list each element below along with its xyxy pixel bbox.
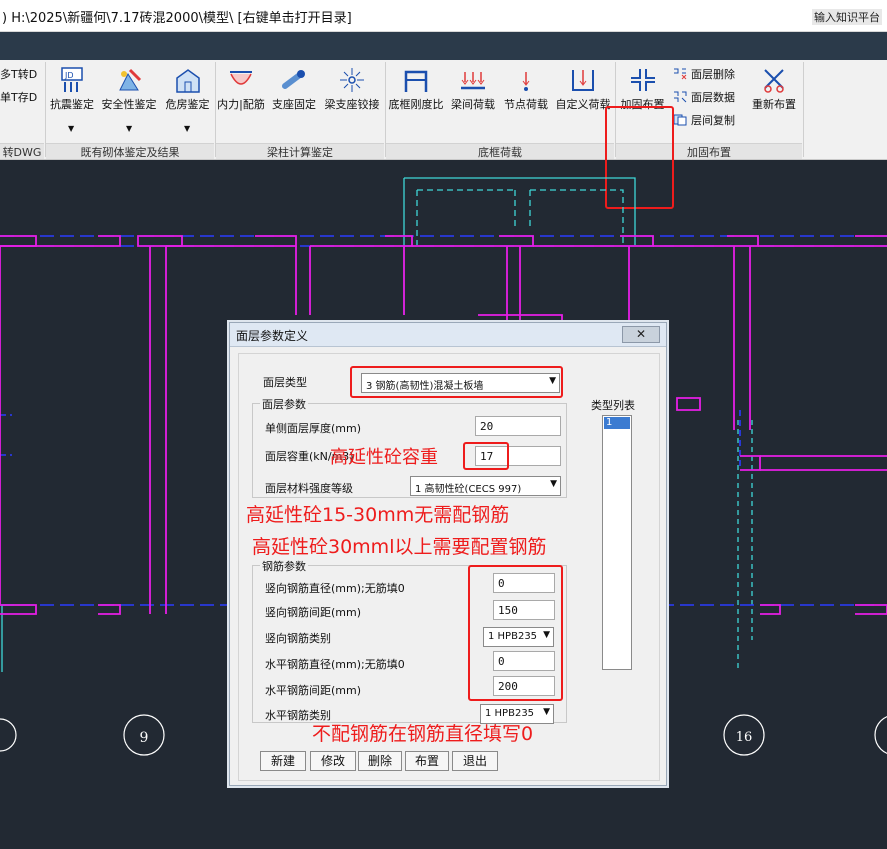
h-dia-label: 水平钢筋直径(mm);无筋填0: [265, 658, 405, 671]
axis-label-9: 9: [140, 730, 149, 746]
layer-copy-button[interactable]: 层间复制: [673, 112, 735, 128]
group-frame-load: 底框荷载: [386, 143, 614, 159]
thickness-label: 单侧面层厚度(mm): [265, 422, 362, 435]
span-load-icon: [461, 72, 485, 90]
h-spacing-label: 水平钢筋间距(mm): [265, 684, 362, 697]
type-list[interactable]: 1: [602, 415, 632, 670]
node-load-button[interactable]: 节点荷载: [500, 66, 552, 112]
support-fixed-button[interactable]: 支座固定: [268, 66, 320, 112]
danger-label: 危房鉴定: [165, 98, 210, 111]
seismic-label: 抗震鉴定: [50, 98, 94, 111]
v-type-label: 竖向钢筋类别: [265, 632, 331, 645]
layout-button[interactable]: 布置: [405, 751, 449, 771]
span-load-button[interactable]: 梁间荷载: [447, 66, 499, 112]
layer-type-label: 面层类型: [263, 376, 307, 389]
single-t-save-dwg-button[interactable]: 单T存D: [0, 89, 37, 105]
exit-button[interactable]: 退出: [452, 751, 498, 771]
frame-stiffness-button[interactable]: 底框刚度比: [386, 66, 446, 112]
re-layout-icon: [764, 69, 784, 93]
type-list-title: 类型列表: [591, 399, 635, 412]
danger-appraisal-button[interactable]: 危房鉴定: [161, 66, 214, 112]
group-dwg: 转DWG: [0, 143, 44, 159]
layer-data-button[interactable]: 面层数据: [673, 89, 735, 105]
re-layout-button[interactable]: 重新布置: [745, 66, 803, 112]
svg-text:JD: JD: [64, 71, 74, 80]
node-load-icon: [522, 72, 530, 91]
chevron-down-icon: ▼: [543, 707, 550, 717]
support-hinge-button[interactable]: 梁支座铰接: [320, 66, 384, 112]
v-spacing-label: 竖向钢筋间距(mm): [265, 606, 362, 619]
density-annotation: 高延性砼容重: [330, 447, 438, 468]
title-bar: ) H:\2025\新疆何\7.17砖混2000\模型\ [右键单击打开目录] …: [0, 0, 887, 32]
density-highlight-box: [463, 442, 509, 470]
danger-dropdown-icon[interactable]: ▼: [184, 124, 190, 133]
support-fixed-icon: [282, 70, 305, 89]
close-icon[interactable]: ✕: [622, 326, 660, 343]
new-button[interactable]: 新建: [260, 751, 306, 771]
safety-icon: [119, 68, 142, 91]
node-load-label: 节点荷载: [504, 98, 548, 111]
support-hinge-label: 梁支座铰接: [324, 98, 380, 111]
delete-button[interactable]: 删除: [358, 751, 402, 771]
layer-copy-icon: [673, 114, 687, 126]
layer-params-title: 面层参数: [260, 396, 308, 412]
seismic-appraisal-button[interactable]: JD 抗震鉴定: [46, 66, 98, 112]
layer-delete-label: 面层删除: [691, 68, 735, 81]
dialog-title-bar[interactable]: 面层参数定义 ✕: [230, 323, 666, 347]
custom-load-icon: [572, 70, 594, 91]
internal-force-label: 内力|配筋: [217, 98, 265, 111]
window-path: ) H:\2025\新疆何\7.17砖混2000\模型\ [右键单击打开目录]: [2, 11, 352, 26]
internal-force-button[interactable]: 内力|配筋: [215, 66, 267, 112]
zero-rebar-annotation: 不配钢筋在钢筋直径填写0: [312, 723, 534, 745]
frame-stiffness-label: 底框刚度比: [388, 98, 444, 111]
seismic-icon: JD: [61, 67, 83, 92]
seismic-dropdown-icon[interactable]: ▼: [68, 124, 74, 133]
safety-appraisal-button[interactable]: 安全性鉴定: [98, 66, 160, 112]
reinforce-icon: [630, 69, 655, 91]
safety-dropdown-icon[interactable]: ▼: [126, 124, 132, 133]
layer-delete-icon: [674, 68, 687, 80]
dialog-title: 面层参数定义: [236, 329, 309, 343]
frame-stiffness-icon: [404, 70, 428, 92]
multi-t-to-dwg-button[interactable]: 多T转D: [0, 66, 37, 82]
custom-load-button[interactable]: 自定义荷载: [552, 66, 614, 112]
group-beam-column: 梁柱计算鉴定: [216, 143, 384, 159]
ribbon: 多T转D 单T存D 转DWG JD 抗震鉴定 ▼ 安全性鉴定 ▼ 危房鉴定 ▼ …: [0, 60, 887, 209]
span-load-label: 梁间荷载: [451, 98, 495, 111]
axis-label-16: 16: [736, 730, 753, 745]
layer-type-highlight-box: [350, 366, 563, 398]
thickness-input[interactable]: 20: [475, 416, 561, 436]
strength-value: 1 高韧性砼(CECS 997): [415, 484, 522, 495]
rebar-params-title: 钢筋参数: [260, 558, 308, 574]
re-layout-label: 重新布置: [752, 98, 796, 111]
rebar-highlight-box: [468, 565, 563, 701]
knowledge-search[interactable]: 输入知识平台: [812, 9, 882, 25]
modify-button[interactable]: 修改: [310, 751, 356, 771]
v-dia-label: 竖向钢筋直径(mm);无筋填0: [265, 582, 405, 595]
type-list-item[interactable]: 1: [604, 417, 630, 429]
support-fixed-label: 支座固定: [272, 98, 316, 111]
h-type-value: 1 HPB235: [485, 708, 535, 719]
chevron-down-icon: ▼: [550, 479, 557, 489]
layer-data-icon: [674, 91, 687, 103]
group-existing: 既有砌体鉴定及结果: [46, 143, 214, 159]
strength-label: 面层材料强度等级: [265, 482, 353, 495]
danger-house-icon: [175, 69, 200, 93]
need-rebar-annotation: 高延性砼30mml以上需要配置钢筋: [252, 536, 547, 558]
strength-select[interactable]: 1 高韧性砼(CECS 997) ▼: [410, 476, 561, 496]
support-hinge-icon: [340, 68, 364, 92]
layer-copy-label: 层间复制: [691, 114, 735, 127]
layer-delete-button[interactable]: 面层删除: [673, 66, 735, 82]
no-rebar-annotation: 高延性砼15-30mm无需配钢筋: [246, 504, 510, 526]
internal-force-icon: [230, 71, 252, 85]
safety-label: 安全性鉴定: [101, 98, 157, 111]
layer-data-label: 面层数据: [691, 91, 735, 104]
menu-band: [0, 32, 887, 60]
